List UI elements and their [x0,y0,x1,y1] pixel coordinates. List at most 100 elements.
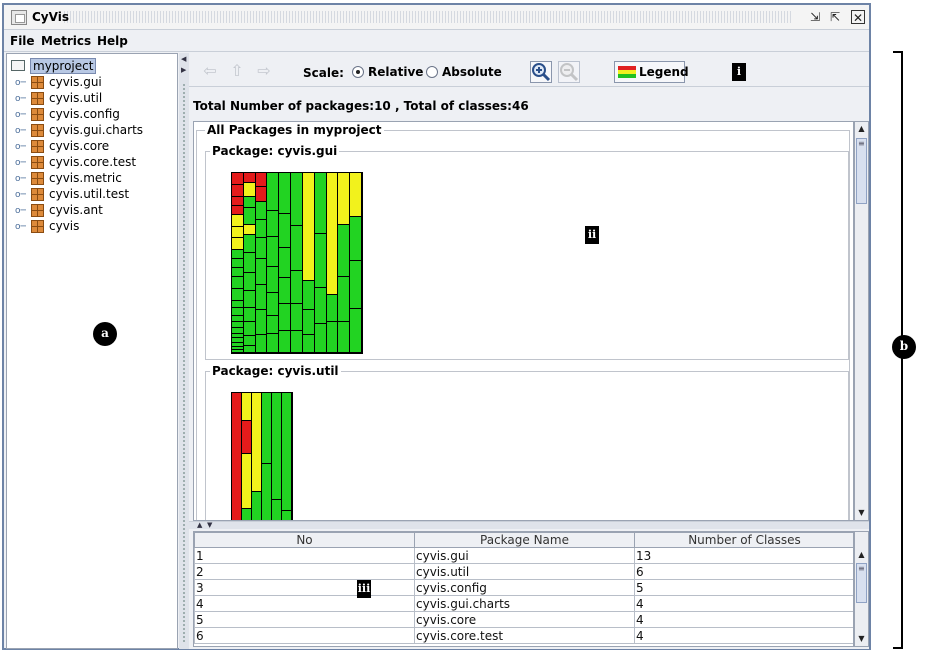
treemap-method-cell[interactable] [243,308,255,322]
package-tree[interactable]: myproject o─ cyvis.gui o─ cyvis.util o─ cyvis… [6,53,178,649]
treemap-method-cell[interactable] [243,197,255,208]
treemap-method-cell[interactable] [338,224,350,277]
table-row[interactable]: 2 cyvis.util 6 [194,563,853,580]
treemap-method-cell[interactable] [243,335,255,347]
treemap-method-cell[interactable] [291,173,302,226]
treemap-class-column[interactable] [242,393,251,520]
treemap-class-column[interactable] [338,173,350,353]
treemap-method-cell[interactable] [279,330,291,353]
treemap-method-cell[interactable] [255,259,267,285]
vertical-splitter[interactable]: ◀ ▶ [179,53,189,649]
treemap-method-cell[interactable] [252,491,261,520]
tree-item[interactable]: o─ cyvis.core [15,139,175,155]
treemap-method-cell[interactable] [232,238,243,251]
table-row[interactable]: 3 cyvis.config 5 [194,579,853,596]
treemap-class-column[interactable] [302,173,314,353]
treemap-class-column[interactable] [314,173,326,353]
treemap-method-cell[interactable] [272,500,281,520]
treemap-method-cell[interactable] [232,226,243,239]
treemap-method-cell[interactable] [243,224,255,236]
treemap-method-cell[interactable] [279,278,291,305]
treemap-method-cell[interactable] [232,308,243,316]
treemap-method-cell[interactable] [243,173,255,184]
treemap-gui[interactable] [231,172,363,354]
treemap-class-column[interactable] [232,393,241,520]
treemap-method-cell[interactable] [232,277,243,290]
expand-right-icon[interactable]: ▶ [181,66,186,74]
tree-item[interactable]: o─ cyvis.metric [15,171,175,187]
scroll-down-icon[interactable]: ▼ [855,506,868,520]
legend-button[interactable]: Legend [614,61,689,83]
treemap-method-cell[interactable] [243,252,255,274]
column-header[interactable]: Number of Classes [634,532,853,548]
column-header[interactable]: Package Name [414,532,635,548]
treemap-method-cell[interactable] [255,309,267,335]
tree-item[interactable]: o─ cyvis.core.test [15,155,175,171]
treemap-method-cell[interactable] [242,453,251,510]
treemap-method-cell[interactable] [243,290,255,308]
treemap-class-column[interactable] [255,173,267,353]
treemap-method-cell[interactable] [243,183,255,198]
treemap-method-cell[interactable] [302,335,314,353]
tree-item[interactable]: o─ cyvis.config [15,107,175,123]
treemap-method-cell[interactable] [232,196,243,206]
table-row[interactable]: 1 cyvis.gui 13 [194,547,853,564]
treemap-method-cell[interactable] [242,393,251,421]
treemap-method-cell[interactable] [291,270,302,305]
treemap-method-cell[interactable] [255,284,267,310]
treemap-method-cell[interactable] [279,173,291,215]
treemap-method-cell[interactable] [291,225,302,271]
menu-metrics[interactable]: Metrics [41,34,91,48]
treemap-method-cell[interactable] [267,334,279,353]
treemap-method-cell[interactable] [243,273,255,291]
treemap-method-cell[interactable] [267,315,279,335]
treemap-method-cell[interactable] [232,184,243,197]
treemap-method-cell[interactable] [314,234,326,289]
treemap-method-cell[interactable] [262,463,271,520]
treemap-method-cell[interactable] [232,214,243,227]
collapse-left-icon[interactable]: ◀ [181,55,186,63]
treemap-class-column[interactable] [350,173,361,353]
zoom-in-button[interactable] [530,61,552,83]
treemap-method-cell[interactable] [267,266,279,293]
treemap-method-cell[interactable] [272,393,281,501]
treemap-scrollbar[interactable]: ▲ ▼ [854,121,869,521]
treemap-method-cell[interactable] [267,293,279,316]
forward-arrow-icon[interactable]: ⇨ [253,61,275,83]
tree-item[interactable]: o─ cyvis.gui.charts [15,123,175,139]
up-arrow-icon[interactable]: ⇧ [226,61,248,83]
treemap-class-column[interactable] [279,173,291,353]
treemap-class-column[interactable] [267,173,279,353]
treemap-viewport[interactable]: All Packages in myproject Package: cyvis… [193,121,854,521]
expand-down-icon[interactable]: ▼ [207,521,212,529]
treemap-method-cell[interactable] [302,281,314,310]
table-row[interactable]: 5 cyvis.core 4 [194,611,853,628]
close-icon[interactable]: ✕ [851,10,865,25]
minimize-icon[interactable]: ⇲ [807,9,823,25]
treemap-method-cell[interactable] [267,210,279,237]
treemap-method-cell[interactable] [232,173,243,185]
treemap-method-cell[interactable] [291,330,302,353]
treemap-method-cell[interactable] [302,173,314,281]
treemap-method-cell[interactable] [243,346,255,353]
scroll-thumb[interactable] [856,138,867,204]
treemap-method-cell[interactable] [350,173,361,218]
tree-item[interactable]: o─ cyvis [15,219,175,235]
treemap-method-cell[interactable] [267,173,279,211]
treemap-method-cell[interactable] [314,288,326,325]
table-scrollbar[interactable]: ▲ ▼ [854,531,869,647]
treemap-method-cell[interactable] [267,236,279,267]
treemap-class-column[interactable] [262,393,271,520]
treemap-method-cell[interactable] [232,268,243,278]
treemap-method-cell[interactable] [243,235,255,253]
treemap-method-cell[interactable] [242,509,251,520]
menu-file[interactable]: File [10,34,35,48]
treemap-method-cell[interactable] [252,393,261,492]
treemap-method-cell[interactable] [326,173,338,296]
tree-item[interactable]: o─ cyvis.gui [15,75,175,91]
treemap-class-column[interactable] [243,173,255,353]
treemap-class-column[interactable] [282,393,291,520]
treemap-method-cell[interactable] [255,187,267,202]
treemap-method-cell[interactable] [279,304,291,331]
treemap-method-cell[interactable] [255,219,267,238]
